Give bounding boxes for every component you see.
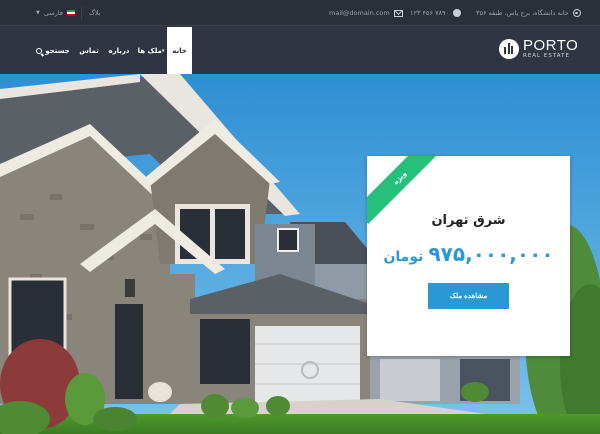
nav-about[interactable]: درباره	[106, 27, 132, 74]
blog-link[interactable]: بلاگ	[89, 9, 101, 17]
nav-properties[interactable]: ملک ها ▾	[138, 27, 166, 74]
language-selector[interactable]: ▼ فارسی	[36, 9, 75, 17]
nav-home-label: خانه	[172, 46, 187, 55]
property-title: شرق تهران	[431, 213, 506, 228]
flag-icon	[66, 10, 75, 16]
nav-contact[interactable]: تماس	[78, 27, 100, 74]
logo-icon	[499, 38, 519, 59]
main-header: جستجو تماس درباره ملک ها ▾ خانه PORTO RE…	[0, 27, 600, 74]
blog-label: بلاگ	[89, 9, 101, 17]
top-bar: ▼ فارسی بلاگ mail@domain.com ۱۲۳ ۴۵۶ ۷۸۹…	[0, 0, 600, 26]
address-info: خانه دانشگاه، برج یاس، طبقه ۳۵۶	[476, 9, 581, 17]
site-logo[interactable]: PORTO REAL ESTATE	[499, 38, 578, 60]
nav-search-label: جستجو	[45, 46, 70, 55]
chevron-down-icon: ▾	[161, 47, 165, 54]
email-text: mail@domain.com	[329, 9, 390, 17]
price-currency: تومان	[383, 249, 424, 265]
chevron-down-icon: ▼	[36, 10, 40, 16]
language-label: فارسی	[43, 9, 63, 17]
email-link[interactable]: mail@domain.com	[329, 9, 403, 17]
mail-icon	[393, 9, 403, 17]
location-icon	[572, 9, 581, 17]
hero-image: ویژه شرق تهران ۹۷۵,۰۰۰,۰۰۰ تومان مشاهده …	[0, 74, 600, 434]
featured-property-card: ویژه شرق تهران ۹۷۵,۰۰۰,۰۰۰ تومان مشاهده …	[367, 156, 570, 356]
address-text: خانه دانشگاه، برج یاس، طبقه ۳۵۶	[476, 9, 569, 17]
search-icon	[36, 47, 43, 54]
logo-title: PORTO	[523, 37, 579, 54]
nav-about-label: درباره	[108, 46, 130, 55]
nav-contact-label: تماس	[79, 46, 99, 55]
nav-search[interactable]: جستجو	[32, 27, 74, 74]
featured-badge-label: ویژه	[391, 169, 409, 187]
nav-properties-label: ملک ها	[137, 46, 162, 55]
price-value: ۹۷۵,۰۰۰,۰۰۰	[428, 242, 554, 266]
nav-home[interactable]: خانه	[167, 27, 192, 74]
view-property-label: مشاهده ملک	[449, 293, 488, 300]
phone-icon	[453, 9, 462, 17]
divider	[81, 7, 82, 19]
logo-subtitle: REAL ESTATE	[523, 53, 570, 59]
phone-text: ۱۲۳ ۴۵۶ ۷۸۹۰	[410, 9, 450, 17]
property-price: ۹۷۵,۰۰۰,۰۰۰ تومان	[367, 242, 570, 266]
view-property-button[interactable]: مشاهده ملک	[428, 283, 509, 309]
phone-link[interactable]: ۱۲۳ ۴۵۶ ۷۸۹۰	[410, 9, 462, 17]
